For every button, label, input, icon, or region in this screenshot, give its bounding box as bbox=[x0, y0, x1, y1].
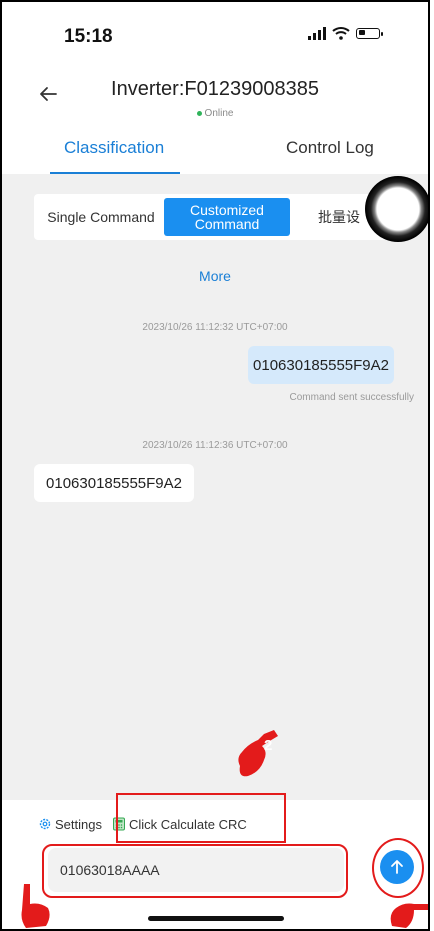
settings-label: Settings bbox=[55, 816, 102, 832]
highlight-input-box bbox=[42, 844, 348, 898]
send-status-text: Command sent successfully bbox=[289, 392, 415, 403]
tab-control-log[interactable]: Control Log bbox=[286, 138, 374, 158]
online-status: Online bbox=[2, 108, 428, 119]
incoming-message-bubble: 010630185555F9A2 bbox=[34, 464, 194, 502]
tab-bar: Classification Control Log bbox=[2, 130, 428, 174]
floating-assistive-button[interactable] bbox=[365, 176, 428, 242]
pointing-hand-icon: 2 bbox=[238, 730, 278, 777]
pointing-hand-icon bbox=[21, 884, 50, 928]
single-command-button[interactable]: Single Command bbox=[42, 198, 160, 236]
settings-button[interactable]: Settings bbox=[38, 817, 102, 832]
status-bar: 15:18 bbox=[2, 2, 428, 64]
page-header: Inverter:F01239008385 Online bbox=[2, 72, 428, 132]
online-status-label: Online bbox=[204, 108, 234, 119]
home-indicator bbox=[148, 916, 284, 921]
message-timestamp: 2023/10/26 11:12:36 UTC+07:00 bbox=[142, 440, 288, 451]
page-title: Inverter:F01239008385 bbox=[111, 78, 319, 100]
command-type-selector: Single Command Customized Command 批量设 bbox=[34, 194, 394, 240]
highlight-send-circle bbox=[372, 838, 424, 898]
batch-command-button[interactable]: 批量设 bbox=[318, 198, 368, 236]
gear-icon bbox=[39, 818, 51, 830]
outgoing-message-bubble: 010630185555F9A2 bbox=[248, 346, 394, 384]
message-timestamp: 2023/10/26 11:12:32 UTC+07:00 bbox=[142, 322, 288, 333]
online-dot-icon bbox=[196, 110, 202, 116]
phone-frame: 15:18 Inverter:F01239008385 Online Class… bbox=[0, 0, 430, 931]
tab-classification[interactable]: Classification bbox=[64, 138, 164, 158]
pointing-hand-icon bbox=[390, 903, 428, 928]
wifi-icon bbox=[332, 27, 350, 40]
status-icons bbox=[308, 26, 383, 40]
load-more-link[interactable]: More bbox=[2, 268, 428, 284]
status-time: 15:18 bbox=[64, 26, 113, 47]
chat-area[interactable]: Single Command Customized Command 批量设 Mo… bbox=[2, 174, 428, 800]
signal-icon bbox=[308, 26, 326, 40]
annotation-step-number: 2 bbox=[264, 737, 272, 754]
customized-command-button[interactable]: Customized Command bbox=[164, 198, 290, 236]
highlight-crc-box bbox=[116, 793, 286, 843]
battery-icon bbox=[356, 27, 383, 39]
